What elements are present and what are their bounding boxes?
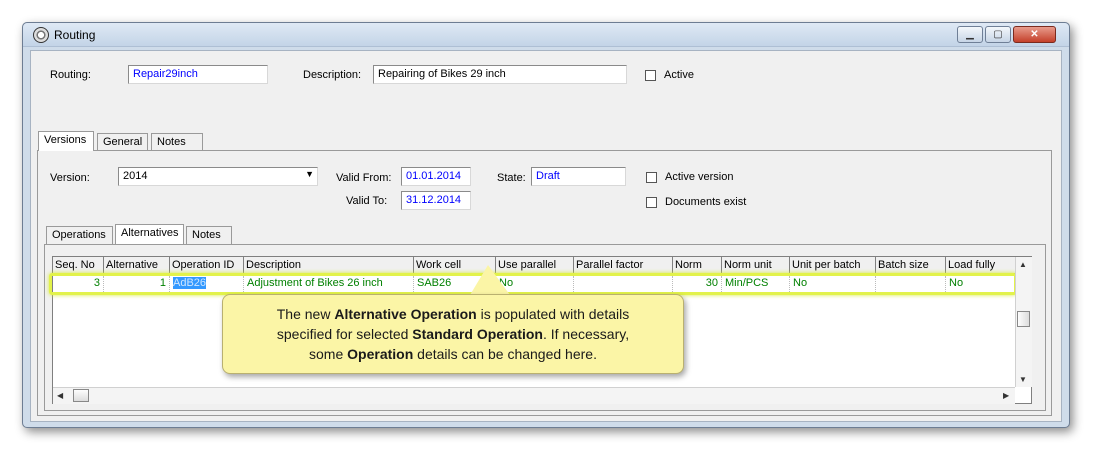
scroll-left-icon[interactable]: ◀ bbox=[57, 391, 63, 400]
scroll-right-icon[interactable]: ▶ bbox=[1003, 391, 1009, 400]
col-unit-per-batch[interactable]: Unit per batch bbox=[790, 257, 876, 274]
callout-line-2: specified for selected Standard Operatio… bbox=[223, 324, 683, 344]
title-bar[interactable]: Routing ▁ ▢ ✕ bbox=[23, 23, 1069, 47]
callout-text: The new bbox=[276, 306, 335, 322]
state-label: State: bbox=[497, 172, 526, 184]
active-checkbox[interactable] bbox=[645, 70, 656, 81]
col-batch-size[interactable]: Batch size bbox=[876, 257, 946, 274]
col-description[interactable]: Description bbox=[244, 257, 414, 274]
description-label: Description: bbox=[303, 69, 362, 81]
col-load-fully[interactable]: Load fully bbox=[946, 257, 1016, 274]
callout-bold-alternative-operation: Alternative Operation bbox=[334, 306, 477, 322]
col-parallel-factor[interactable]: Parallel factor bbox=[574, 257, 673, 274]
scroll-down-icon[interactable]: ▼ bbox=[1019, 375, 1027, 384]
vertical-scroll-thumb[interactable] bbox=[1017, 311, 1030, 327]
grid-horizontal-scrollbar[interactable]: ◀ ▶ bbox=[53, 387, 1015, 404]
callout-bold-operation: Operation bbox=[347, 346, 414, 362]
scroll-up-icon[interactable]: ▲ bbox=[1019, 260, 1027, 269]
col-operation-id[interactable]: Operation ID bbox=[170, 257, 244, 274]
valid-to-label: Valid To: bbox=[346, 195, 388, 207]
tutorial-callout: The new Alternative Operation is populat… bbox=[222, 294, 684, 374]
callout-text: is populated with details bbox=[476, 306, 630, 322]
close-button[interactable]: ✕ bbox=[1013, 26, 1056, 43]
valid-from-field[interactable]: 01.01.2014 bbox=[401, 167, 471, 186]
state-field[interactable]: Draft bbox=[531, 167, 626, 186]
tab-notes[interactable]: Notes bbox=[151, 133, 203, 151]
col-alternative[interactable]: Alternative bbox=[104, 257, 170, 274]
documents-exist-checkbox[interactable] bbox=[646, 197, 657, 208]
row-highlight bbox=[49, 273, 1017, 295]
callout-pointer bbox=[470, 265, 510, 295]
tab-general[interactable]: General bbox=[97, 133, 148, 151]
active-version-checkbox[interactable] bbox=[646, 172, 657, 183]
routing-app-icon bbox=[33, 27, 49, 43]
close-icon: ✕ bbox=[1030, 29, 1039, 40]
tab-alternatives[interactable]: Alternatives bbox=[115, 224, 184, 244]
col-norm-unit[interactable]: Norm unit bbox=[722, 257, 790, 274]
tab-operations[interactable]: Operations bbox=[46, 226, 113, 244]
callout-text: specified for selected bbox=[276, 326, 413, 342]
callout-text: . If necessary, bbox=[542, 326, 630, 342]
routing-label: Routing: bbox=[50, 69, 91, 81]
tab-alternatives-notes[interactable]: Notes bbox=[186, 226, 232, 244]
version-select[interactable]: 2014 ▼ bbox=[118, 167, 318, 186]
col-norm[interactable]: Norm bbox=[673, 257, 722, 274]
maximize-icon: ▢ bbox=[993, 29, 1003, 40]
active-version-label: Active version bbox=[665, 171, 734, 183]
routing-field[interactable]: Repair29inch bbox=[128, 65, 268, 84]
callout-line-3: some Operation details can be changed he… bbox=[223, 344, 683, 364]
version-label: Version: bbox=[50, 172, 90, 184]
callout-bold-standard-operation: Standard Operation bbox=[412, 326, 543, 342]
minimize-button[interactable]: ▁ bbox=[957, 26, 983, 43]
documents-exist-label: Documents exist bbox=[665, 196, 747, 208]
valid-from-label: Valid From: bbox=[336, 172, 392, 184]
window-title: Routing bbox=[54, 28, 96, 42]
col-seq-no[interactable]: Seq. No bbox=[53, 257, 104, 274]
active-label: Active bbox=[664, 69, 694, 81]
horizontal-scroll-thumb[interactable] bbox=[73, 389, 89, 402]
version-value: 2014 bbox=[123, 170, 148, 182]
callout-line-1: The new Alternative Operation is populat… bbox=[223, 304, 683, 324]
description-field[interactable]: Repairing of Bikes 29 inch bbox=[373, 65, 627, 84]
versions-panel: Version: 2014 ▼ Valid From: 01.01.2014 S… bbox=[37, 150, 1052, 416]
chevron-down-icon[interactable]: ▼ bbox=[305, 169, 314, 179]
valid-to-field[interactable]: 31.12.2014 bbox=[401, 191, 471, 210]
tab-versions[interactable]: Versions bbox=[38, 131, 94, 151]
callout-text: some bbox=[309, 346, 348, 362]
minimize-icon: ▁ bbox=[966, 29, 974, 40]
grid-vertical-scrollbar[interactable]: ▲ ▼ bbox=[1015, 257, 1032, 387]
maximize-button[interactable]: ▢ bbox=[985, 26, 1011, 43]
callout-text: details can be changed here. bbox=[413, 346, 597, 362]
